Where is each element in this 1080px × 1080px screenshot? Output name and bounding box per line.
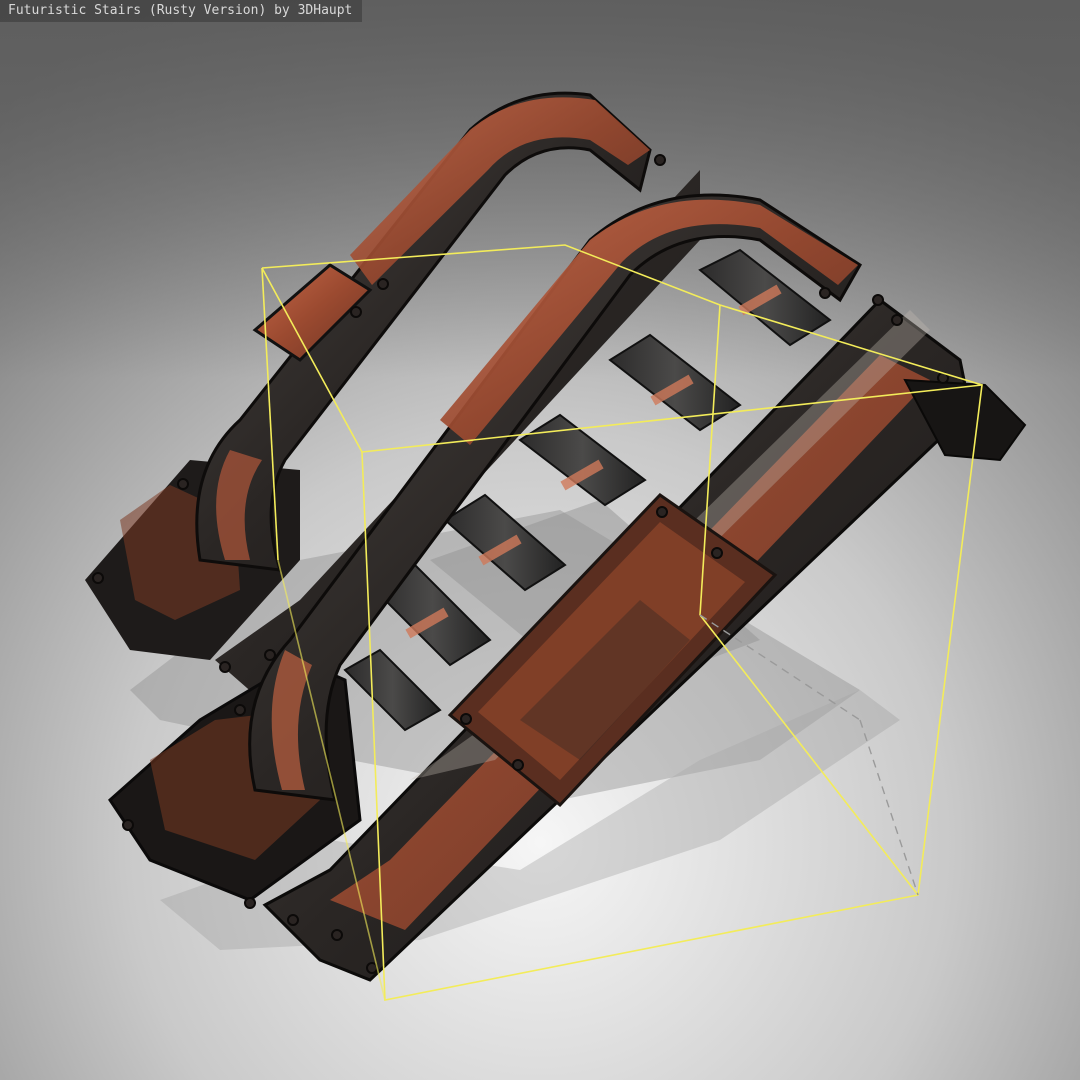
scene-canvas[interactable] [0, 0, 1080, 1080]
model-title: Futuristic Stairs (Rusty Version) by 3DH… [0, 0, 363, 22]
model-viewport[interactable]: Futuristic Stairs (Rusty Version) by 3DH… [0, 0, 1080, 1080]
